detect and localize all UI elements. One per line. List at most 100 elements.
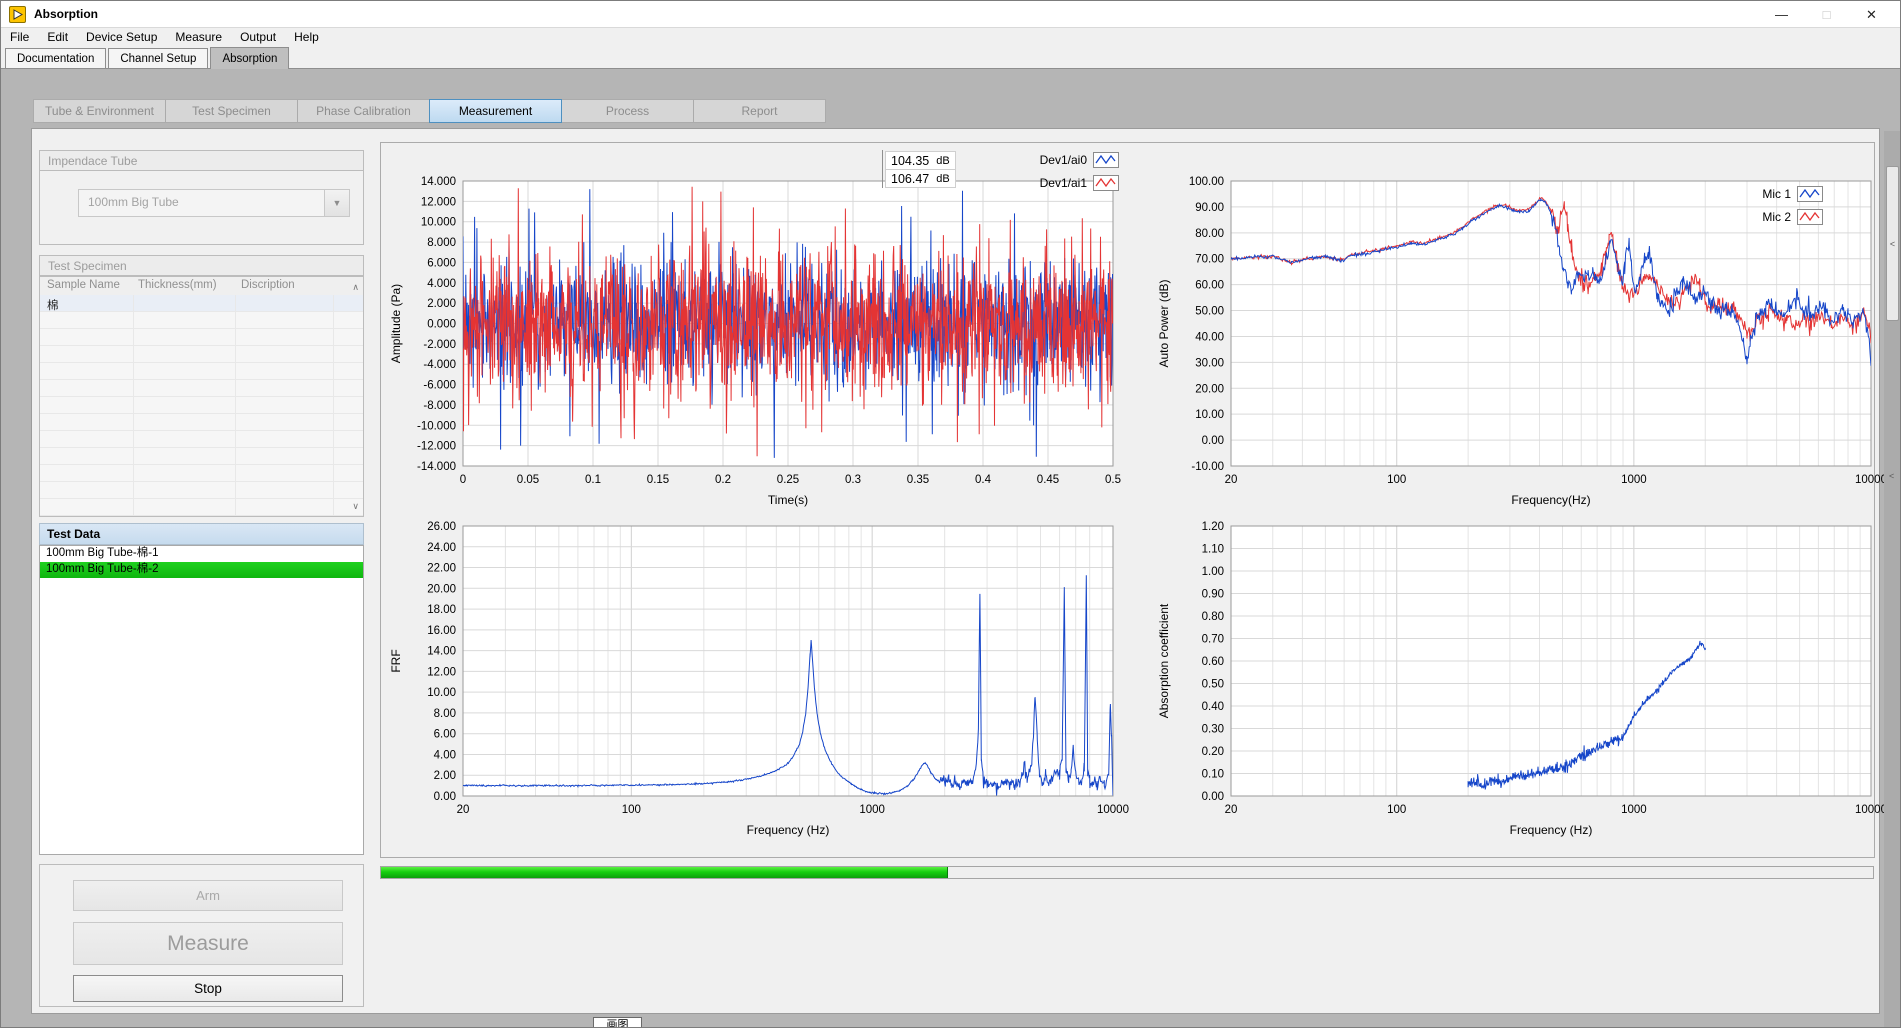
column-divider (235, 397, 236, 413)
svg-text:4.00: 4.00 (434, 749, 456, 761)
svg-text:0.25: 0.25 (777, 474, 799, 486)
menu-item-output[interactable]: Output (231, 28, 285, 47)
svg-text:30.00: 30.00 (1195, 357, 1224, 369)
scroll-up-icon[interactable]: ∧ (352, 283, 359, 292)
svg-text:16.00: 16.00 (427, 625, 456, 637)
test-specimen-table[interactable]: Sample NameThickness(mm)Discription棉 ∧ ∨ (39, 276, 364, 517)
subtab-tube-environment[interactable]: Tube & Environment (33, 99, 166, 123)
legend-item-dev1-ai0: Dev1/ai0 (1021, 152, 1119, 168)
column-divider (133, 431, 134, 447)
table-header-row: Sample NameThickness(mm)Discription (40, 277, 363, 296)
column-divider (133, 295, 134, 311)
table-row-empty[interactable] (40, 431, 363, 448)
legend-item-dev1-ai1: Dev1/ai1 (1021, 175, 1119, 191)
table-row-empty[interactable] (40, 363, 363, 380)
stop-button[interactable]: Stop (73, 975, 343, 1002)
subtab-report[interactable]: Report (693, 99, 826, 123)
menu-item-device-setup[interactable]: Device Setup (77, 28, 166, 47)
table-row-empty[interactable] (40, 465, 363, 482)
svg-text:Frequency(Hz): Frequency(Hz) (1511, 493, 1590, 507)
svg-text:12.000: 12.000 (421, 196, 456, 208)
close-button[interactable]: ✕ (1849, 1, 1894, 28)
arm-button[interactable]: Arm (73, 880, 343, 911)
column-divider (235, 414, 236, 430)
taskbar-tooltip: 画图 (593, 1017, 642, 1028)
app-icon (9, 6, 26, 23)
table-row-empty[interactable] (40, 397, 363, 414)
tab-documentation[interactable]: Documentation (5, 48, 106, 68)
table-row-empty[interactable] (40, 482, 363, 499)
test-data-list[interactable]: 100mm Big Tube-棉-1100mm Big Tube-棉-2 (39, 545, 364, 855)
column-divider (333, 431, 334, 447)
menu-item-edit[interactable]: Edit (38, 28, 77, 47)
column-divider (235, 346, 236, 362)
menu-item-measure[interactable]: Measure (166, 28, 231, 47)
svg-text:-6.000: -6.000 (423, 380, 456, 392)
maximize-button[interactable]: □ (1804, 1, 1849, 28)
column-divider (333, 363, 334, 379)
tab-absorption[interactable]: Absorption (210, 47, 289, 69)
table-row-empty[interactable] (40, 346, 363, 363)
waveform-legend-icon (1093, 175, 1119, 191)
chart-frequency-response-function: 26.0024.0022.0020.0018.0016.0014.0012.00… (383, 510, 1158, 854)
subtab-test-specimen[interactable]: Test Specimen (165, 99, 298, 123)
svg-text:-14.000: -14.000 (417, 461, 456, 473)
window-title: Absorption (34, 7, 98, 21)
svg-text:10000: 10000 (1855, 804, 1887, 816)
column-divider (333, 499, 334, 515)
impedance-tube-dropdown[interactable]: 100mm Big Tube ▼ (78, 189, 350, 217)
column-divider (333, 295, 334, 311)
svg-text:Time(s): Time(s) (768, 493, 808, 507)
column-divider (333, 397, 334, 413)
column-divider (133, 414, 134, 430)
svg-text:-10.000: -10.000 (417, 420, 456, 432)
svg-text:-12.000: -12.000 (417, 441, 456, 453)
table-row[interactable]: 棉 (40, 295, 363, 312)
legend-item-mic-2: Mic 2 (1725, 209, 1823, 225)
column-header-0: Sample Name (47, 279, 120, 291)
column-divider (235, 380, 236, 396)
table-row-empty[interactable] (40, 448, 363, 465)
column-divider (235, 312, 236, 328)
svg-text:18.00: 18.00 (427, 604, 456, 616)
menu-item-help[interactable]: Help (285, 28, 328, 47)
chevron-down-icon[interactable]: ▼ (324, 190, 349, 216)
table-row-empty[interactable] (40, 380, 363, 397)
svg-text:1000: 1000 (1621, 474, 1647, 486)
table-row-empty[interactable] (40, 312, 363, 329)
menu-item-file[interactable]: File (1, 28, 38, 47)
svg-text:Frequency (Hz): Frequency (Hz) (1510, 823, 1593, 837)
test-data-item-2[interactable]: 100mm Big Tube-棉-2 (40, 562, 363, 578)
table-row-empty[interactable] (40, 499, 363, 516)
test-data-item-1[interactable]: 100mm Big Tube-棉-1 (40, 546, 363, 562)
waveform-legend-icon (1797, 209, 1823, 225)
table-row-empty[interactable] (40, 414, 363, 431)
column-divider (333, 312, 334, 328)
measurement-progress-bar (380, 866, 1874, 879)
table-row-empty[interactable] (40, 329, 363, 346)
scrollbar-thumb[interactable]: < (1886, 166, 1899, 321)
window-controls: — □ ✕ (1759, 1, 1894, 28)
svg-text:0.4: 0.4 (975, 474, 992, 486)
svg-text:0.000: 0.000 (427, 319, 456, 331)
waveform-legend-icon (1797, 186, 1823, 202)
svg-text:0.3: 0.3 (845, 474, 861, 486)
svg-text:24.00: 24.00 (427, 542, 456, 554)
svg-text:1.10: 1.10 (1202, 544, 1224, 556)
scroll-down-icon[interactable]: ∨ (352, 502, 359, 511)
subtab-process[interactable]: Process (561, 99, 694, 123)
vertical-scrollbar[interactable]: < < (1884, 131, 1901, 1028)
subtab-phase-calibration[interactable]: Phase Calibration (297, 99, 430, 123)
test-data-group-header: Test Data (39, 523, 364, 545)
legend-label: Dev1/ai0 (1021, 153, 1087, 167)
svg-text:1.00: 1.00 (1202, 566, 1224, 578)
tab-channel-setup[interactable]: Channel Setup (108, 48, 208, 68)
svg-text:12.00: 12.00 (427, 666, 456, 678)
minimize-button[interactable]: — (1759, 1, 1804, 28)
title-bar: Absorption — □ ✕ (1, 1, 1900, 28)
subtab-measurement[interactable]: Measurement (429, 99, 562, 123)
column-divider (333, 414, 334, 430)
menu-bar: FileEditDevice SetupMeasureOutputHelp (1, 28, 1900, 47)
measure-button[interactable]: Measure (73, 922, 343, 965)
svg-text:0.20: 0.20 (1202, 746, 1224, 758)
